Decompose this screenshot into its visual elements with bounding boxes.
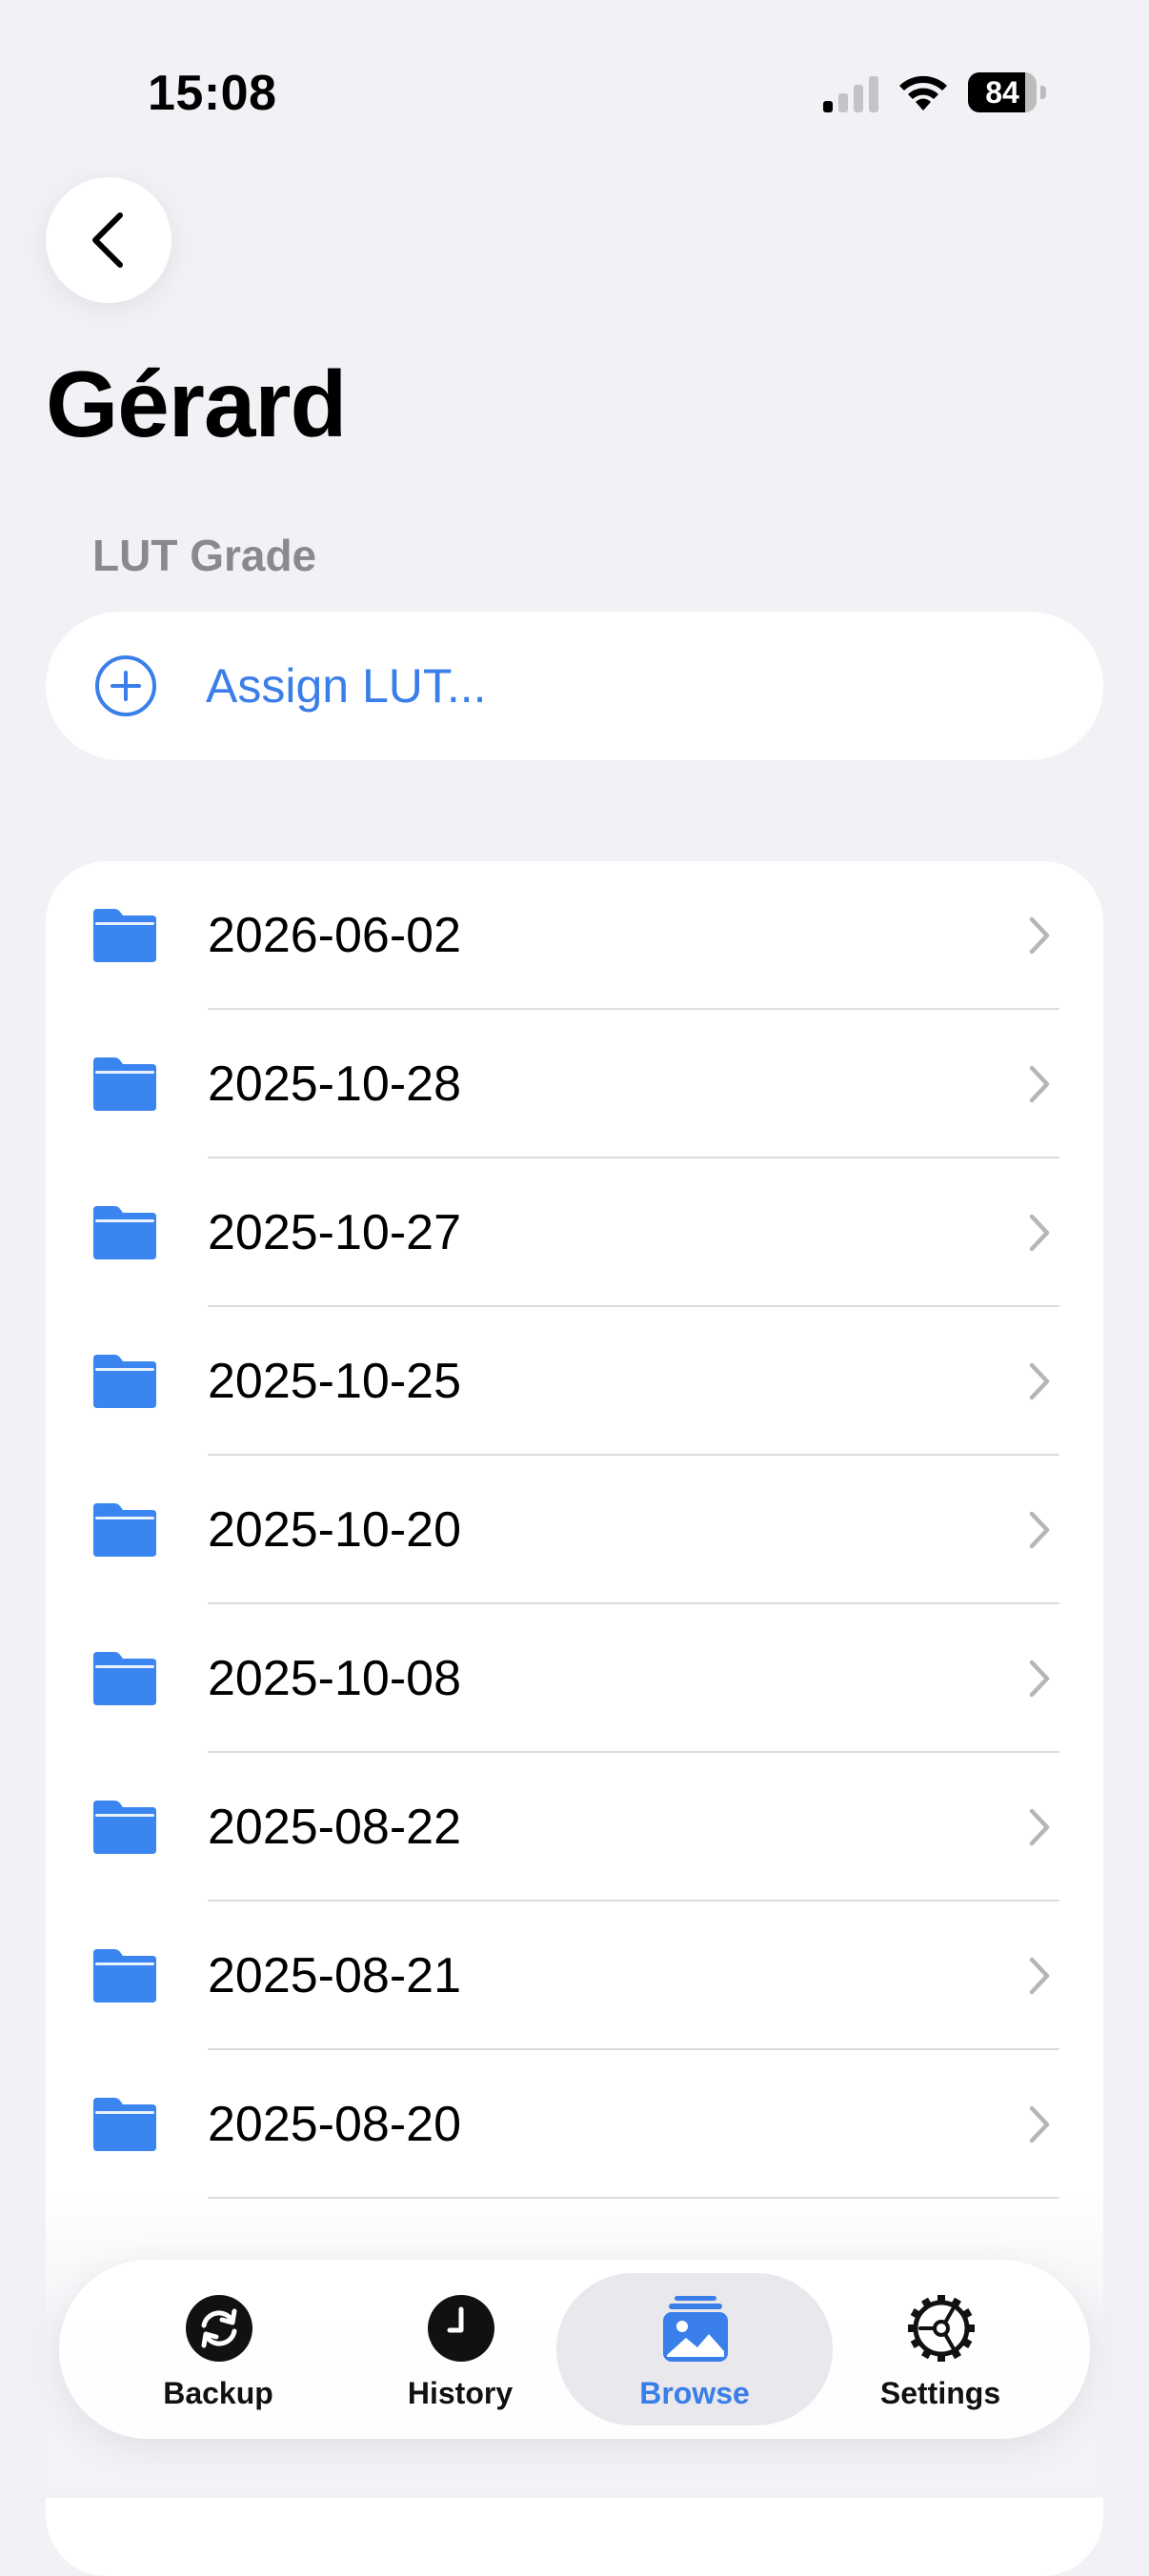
- folder-icon: [93, 1801, 156, 1854]
- chevron-right-icon: [1029, 1362, 1050, 1400]
- chevron-right-icon: [1029, 1214, 1050, 1252]
- back-button[interactable]: [46, 177, 171, 303]
- chevron-right-icon: [1029, 1808, 1050, 1846]
- folder-label: 2025-08-22: [208, 1800, 461, 1855]
- battery-icon: 84: [968, 72, 1046, 112]
- sync-icon: [186, 2295, 252, 2362]
- folder-label: 2025-08-21: [208, 1948, 461, 2003]
- assign-lut-label: Assign LUT...: [206, 659, 487, 713]
- folder-label: 2025-10-28: [208, 1057, 461, 1112]
- tab-label: Settings: [879, 2376, 1001, 2410]
- chevron-right-icon: [1029, 1065, 1050, 1103]
- folder-icon: [93, 1206, 156, 1259]
- photo-stack-icon: [663, 2296, 728, 2362]
- tab-label: Backup: [163, 2376, 273, 2410]
- folder-row[interactable]: 2025-10-27: [46, 1158, 1103, 1307]
- status-bar: 15:08 84: [0, 0, 1149, 181]
- page-title: Gérard: [46, 352, 347, 456]
- clock-icon: [428, 2295, 494, 2362]
- tab-browse[interactable]: Browse: [556, 2273, 833, 2425]
- chevron-left-icon: [92, 212, 123, 268]
- folder-icon: [93, 1949, 156, 2002]
- folder-icon: [93, 1355, 156, 1408]
- folder-row[interactable]: 2025-08-20: [46, 2050, 1103, 2199]
- folder-icon: [93, 1057, 156, 1111]
- folder-row[interactable]: 2025-08-22: [46, 1753, 1103, 1902]
- folder-row[interactable]: 2025-10-25: [46, 1307, 1103, 1456]
- folder-label: 2025-08-20: [208, 2097, 461, 2152]
- folder-row[interactable]: 2025-10-20: [46, 1456, 1103, 1604]
- folder-icon: [93, 1652, 156, 1705]
- folder-icon: [93, 1503, 156, 1557]
- folder-row[interactable]: 2025-10-08: [46, 1604, 1103, 1753]
- gear-icon: [908, 2295, 975, 2362]
- folder-row[interactable]: 2026-06-02: [46, 861, 1103, 1010]
- folder-label: 2025-10-20: [208, 1502, 461, 1558]
- chevron-right-icon: [1029, 916, 1050, 955]
- chevron-right-icon: [1029, 1660, 1050, 1698]
- battery-level: 84: [985, 75, 1019, 110]
- folder-label: 2026-06-02: [208, 908, 461, 963]
- cellular-signal-icon: [823, 76, 878, 112]
- assign-lut-button[interactable]: Assign LUT...: [46, 612, 1103, 760]
- chevron-right-icon: [1029, 1511, 1050, 1549]
- folder-row[interactable]: 2025-08-21: [46, 1902, 1103, 2050]
- folder-label: 2025-10-08: [208, 1651, 461, 1706]
- folder-row[interactable]: 2025-10-28: [46, 1010, 1103, 1158]
- wifi-icon: [899, 75, 947, 111]
- chevron-right-icon: [1029, 1957, 1050, 1995]
- chevron-right-icon: [1029, 2105, 1050, 2143]
- tab-label: Browse: [639, 2376, 750, 2410]
- folder-label: 2025-10-25: [208, 1354, 461, 1409]
- row-divider: [208, 2197, 1059, 2199]
- plus-circle-icon: [95, 655, 156, 716]
- folder-icon: [93, 909, 156, 962]
- tab-backup[interactable]: Backup: [80, 2273, 356, 2425]
- tab-settings[interactable]: Settings: [802, 2273, 1078, 2425]
- folder-icon: [93, 2098, 156, 2151]
- lut-section-label: LUT Grade: [92, 531, 317, 580]
- folder-label: 2025-10-27: [208, 1205, 461, 1260]
- tab-bar: Backup History Browse Settings: [59, 2260, 1090, 2439]
- status-time: 15:08: [148, 66, 277, 121]
